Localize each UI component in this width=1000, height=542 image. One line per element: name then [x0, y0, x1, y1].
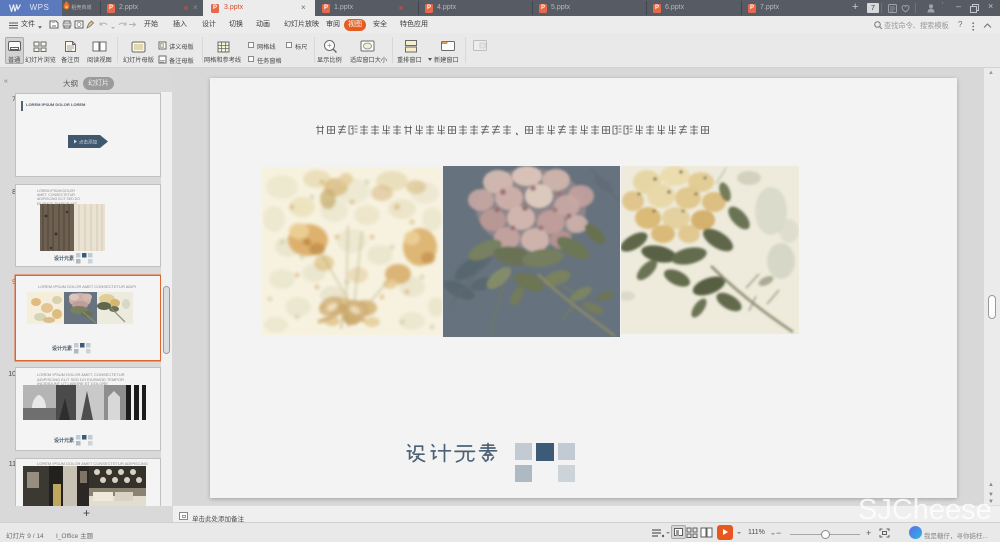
svg-text:点击添加: 点击添加 — [79, 139, 97, 146]
